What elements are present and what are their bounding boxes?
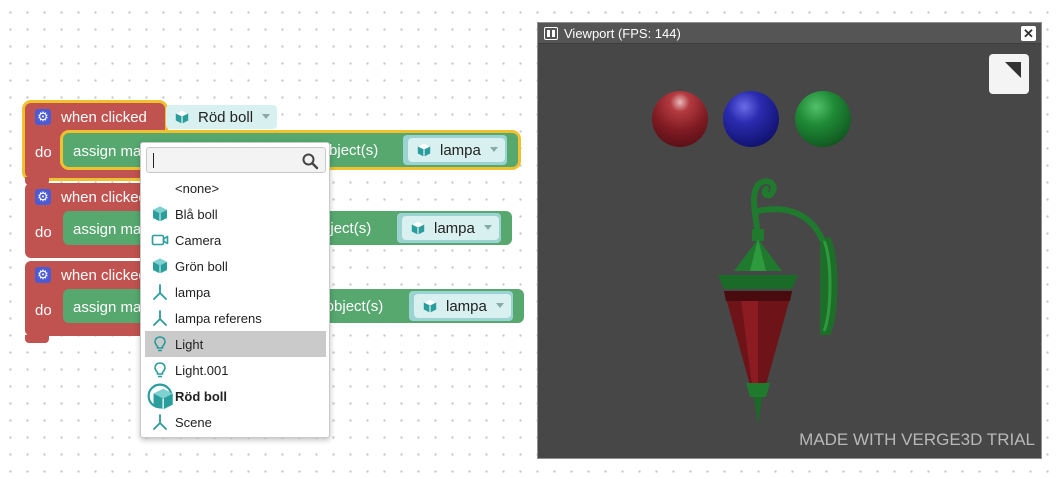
mesh-cube-icon	[151, 205, 169, 223]
event-label: when clicked	[61, 267, 147, 284]
dropdown-item-label: Röd boll	[175, 389, 227, 404]
target-field-lampa-3[interactable]: lampa	[414, 294, 511, 318]
lantern-model[interactable]	[706, 175, 866, 435]
target-field-value: lampa	[446, 297, 487, 315]
trial-watermark: MADE WITH VERGE3D TRIAL	[799, 430, 1035, 449]
magnifier-icon[interactable]	[301, 152, 319, 170]
mesh-cube-icon	[147, 383, 173, 409]
dropdown-item-label: Camera	[175, 233, 222, 248]
dropdown-item-label: Blå boll	[175, 207, 218, 222]
do-label: do	[35, 302, 52, 319]
dropdown-item-none[interactable]: <none>	[145, 175, 326, 201]
target-field-lampa-1[interactable]: lampa	[408, 138, 505, 162]
gear-icon[interactable]: ⚙	[35, 109, 51, 125]
dropdown-item-lampa[interactable]: lampa	[145, 279, 326, 305]
dropdown-item-label: Scene	[175, 415, 212, 430]
pause-icon[interactable]	[544, 27, 558, 40]
target-field-value: lampa	[440, 141, 481, 159]
gear-icon[interactable]: ⚙	[35, 189, 51, 205]
dropdown-item-rod-boll[interactable]: Röd boll	[145, 383, 326, 409]
mesh-cube-icon	[174, 109, 190, 125]
mesh-cube-icon	[422, 298, 438, 314]
gear-icon[interactable]: ⚙	[35, 267, 51, 283]
dropdown-item-label: Grön boll	[175, 259, 228, 274]
dropdown-item-label: lampa referens	[175, 311, 262, 326]
empty-axes-icon	[151, 283, 169, 301]
lightbulb-icon	[151, 335, 169, 353]
red-ball[interactable]	[652, 91, 708, 147]
dropdown-item-label: lampa	[175, 285, 211, 300]
chevron-down-icon	[489, 147, 498, 152]
dropdown-item-label: <none>	[175, 181, 220, 196]
fullscreen-button[interactable]	[989, 54, 1029, 94]
lightbulb-icon	[151, 361, 169, 379]
dropdown-search-input[interactable]	[146, 147, 326, 173]
blue-ball[interactable]	[723, 91, 779, 147]
dropdown-item-scene[interactable]: Scene	[145, 409, 326, 435]
object-dropdown-menu: <none> Blå boll Camera Grön boll lampa l…	[140, 142, 330, 438]
event-label: when clicked	[61, 109, 147, 126]
close-icon[interactable]: ✕	[1021, 26, 1036, 41]
chevron-down-icon	[495, 303, 504, 308]
event-label: when clicked	[61, 189, 147, 206]
mesh-cube-icon	[151, 257, 169, 275]
viewport-title: Viewport (FPS: 144)	[564, 26, 681, 41]
dropdown-item-light-001[interactable]: Light.001	[145, 357, 326, 383]
viewport-titlebar: Viewport (FPS: 144) ✕	[538, 23, 1041, 44]
dropdown-item-label: Light.001	[175, 363, 229, 378]
viewport-panel[interactable]: Viewport (FPS: 144) ✕ MADE WITH VERGE3D …	[537, 22, 1042, 459]
dropdown-item-light[interactable]: Light	[145, 331, 326, 357]
do-label: do	[35, 224, 52, 241]
block-notch	[25, 335, 49, 343]
chevron-down-icon	[483, 225, 492, 230]
dropdown-item-camera[interactable]: Camera	[145, 227, 326, 253]
chevron-down-icon	[262, 114, 271, 119]
empty-axes-icon	[151, 309, 169, 327]
green-ball[interactable]	[795, 91, 851, 147]
text-cursor	[153, 153, 154, 168]
object-field-rod-boll[interactable]: Röd boll	[166, 105, 278, 129]
dropdown-item-gron-boll[interactable]: Grön boll	[145, 253, 326, 279]
dropdown-item-label: Light	[175, 337, 204, 352]
mesh-cube-icon	[410, 220, 426, 236]
target-field-lampa-2[interactable]: lampa	[402, 216, 499, 240]
target-field-value: lampa	[434, 219, 475, 237]
camera-icon	[151, 231, 169, 249]
dropdown-item-bla-boll[interactable]: Blå boll	[145, 201, 326, 227]
mesh-cube-icon	[416, 142, 432, 158]
empty-axes-icon	[151, 413, 169, 431]
do-label: do	[35, 144, 52, 161]
object-field-value: Röd boll	[198, 108, 254, 126]
dropdown-item-lampa-referens[interactable]: lampa referens	[145, 305, 326, 331]
